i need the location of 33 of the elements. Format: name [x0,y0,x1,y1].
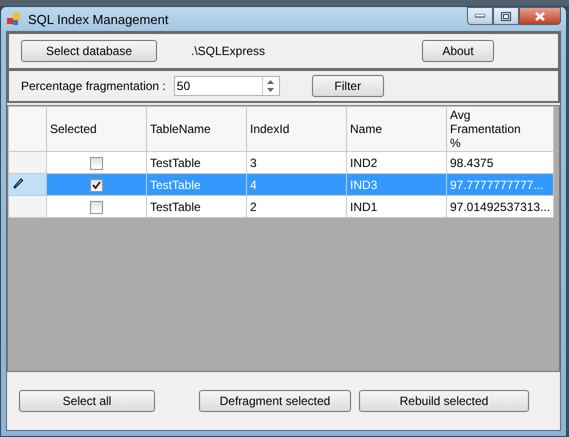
number-spinner[interactable]: 50 [174,76,280,96]
table-cell: TestTable [146,174,246,196]
minimize-button[interactable] [467,7,493,25]
app-icon [6,12,22,26]
table-cell: 97.7777777777... [446,174,554,196]
select-database-button[interactable]: Select database [21,40,157,62]
close-icon [535,12,545,20]
row-checkbox[interactable] [90,200,103,214]
server-name: .\SQLExpress [191,44,266,58]
column-header[interactable]: IndexId [246,106,346,152]
close-button[interactable] [519,7,561,25]
table-cell: IND1 [346,196,446,218]
table-cell: 2 [246,196,346,218]
filter-button[interactable]: Filter [312,75,384,97]
restore-icon [501,12,511,20]
column-header[interactable]: Selected [46,106,146,152]
column-header[interactable]: TableName [146,106,246,152]
table-cell: IND3 [346,174,446,196]
window-title: SQL Index Management [28,12,170,26]
table-cell: 4 [246,174,346,196]
row-checkbox[interactable] [90,178,103,192]
minimize-icon [475,14,485,18]
column-header[interactable]: Name [346,106,446,152]
table-cell: 97.01492537313... [446,196,554,218]
table-cell: TestTable [146,196,246,218]
column-header[interactable]: Avg Framentation % [446,106,554,152]
action-button[interactable]: Select all [19,390,155,412]
action-button[interactable]: Defragment selected [199,390,351,412]
action-button[interactable]: Rebuild selected [359,390,529,412]
fragmentation-label: Percentage fragmentation : [21,79,166,93]
row-checkbox[interactable] [90,156,103,170]
about-button[interactable]: About [422,40,494,62]
maximize-button[interactable] [493,7,519,25]
